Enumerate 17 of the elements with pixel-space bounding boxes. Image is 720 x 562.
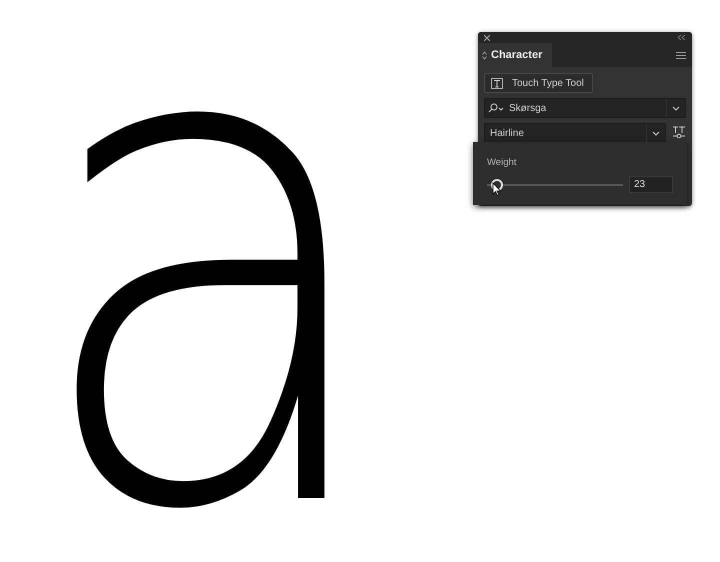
close-icon[interactable]	[484, 34, 490, 40]
caret-icon	[672, 106, 680, 110]
weight-label: Weight	[487, 157, 518, 168]
caret-icon	[652, 130, 660, 136]
weight-field[interactable]: 23	[629, 176, 673, 193]
updown-icon	[482, 50, 487, 60]
character-tab[interactable]: Character	[478, 43, 552, 67]
touch-type-tool-button[interactable]: Touch Type Tool	[484, 73, 593, 93]
type-tool-icon	[490, 76, 504, 90]
search-icon	[488, 103, 504, 113]
collapse-icon[interactable]	[678, 35, 686, 40]
glyph-artwork: a	[28, 0, 392, 562]
cursor-icon	[492, 182, 502, 196]
font-style-dropdown[interactable]: Hairline	[484, 123, 666, 143]
menu-icon[interactable]	[676, 52, 686, 58]
font-family-dropdown[interactable]: Skørsga	[484, 98, 686, 118]
variable-font-icon[interactable]	[672, 126, 686, 140]
